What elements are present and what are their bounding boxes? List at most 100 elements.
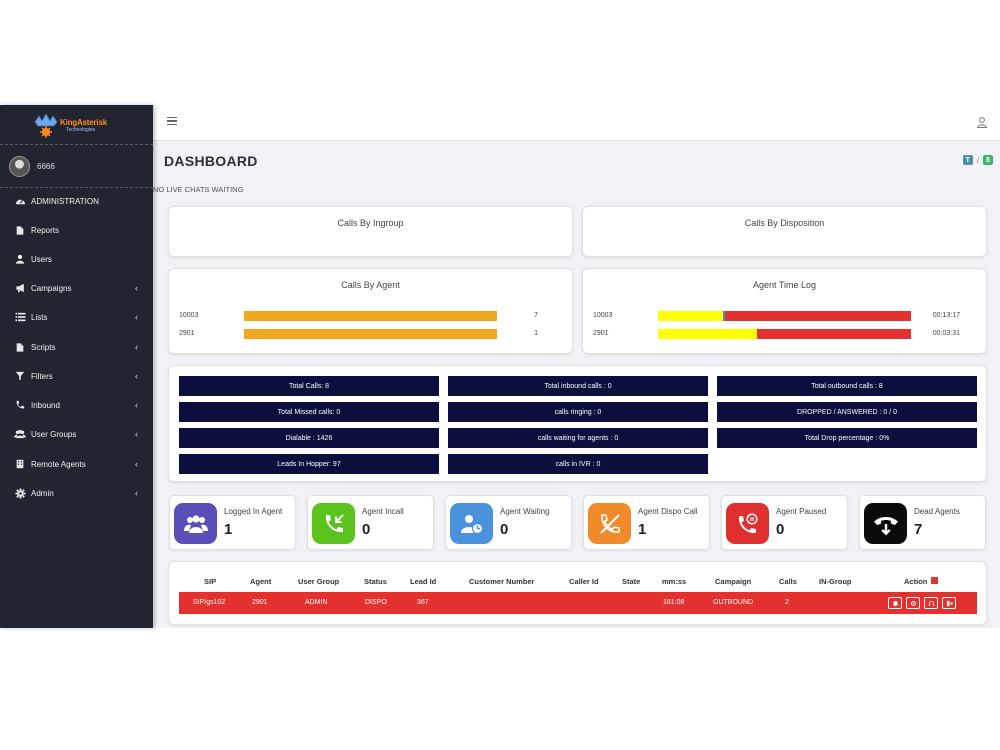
sidebar-item-label: Reports <box>31 225 60 235</box>
time-value: 00:03:31 <box>932 330 960 337</box>
brand-name: KingAsterisk <box>60 118 107 127</box>
gauge-icon <box>14 195 26 207</box>
cell-sip: SIP/gs102 <box>193 599 226 606</box>
sidebar-item-campaigns[interactable]: Campaigns ‹ <box>0 276 153 300</box>
column-header[interactable]: Caller Id <box>569 577 599 586</box>
status-count: 1 <box>638 521 647 538</box>
user-account-icon[interactable] <box>976 116 988 128</box>
sidebar-item-label: Filters <box>31 371 53 381</box>
agent-id: 10003 <box>593 312 613 319</box>
stat-box: DROPPED / ANSWERED : 0 / 0 <box>717 402 977 422</box>
building-icon <box>14 458 26 470</box>
settings-icon[interactable] <box>906 597 920 609</box>
file-icon <box>14 224 26 236</box>
agent-status-card-agent-dispo-call[interactable]: Agent Dispo Call 1 <box>583 495 710 550</box>
column-header[interactable]: User Group <box>298 577 339 586</box>
agent-id: 10003 <box>179 312 199 319</box>
gear-icon <box>14 487 26 499</box>
status-label: Agent Incall <box>362 507 404 516</box>
sidebar-item-label: ADMINISTRATION <box>31 196 99 206</box>
sidebar-item-admin[interactable]: Admin ‹ <box>0 481 153 505</box>
stat-box: Leads In Hopper: 97 <box>179 454 439 474</box>
sidebar-item-users[interactable]: Users <box>0 247 153 271</box>
stat-box: Total outbound calls : 8 <box>717 376 977 396</box>
sidebar-item-administration[interactable]: ADMINISTRATION <box>0 189 153 213</box>
bar-fill <box>244 311 497 321</box>
menu-toggle-icon[interactable] <box>167 117 177 127</box>
sidebar-item-label: User Groups <box>31 429 77 439</box>
column-header[interactable]: Agent <box>250 577 271 586</box>
chevron-left-icon[interactable]: ‹ <box>135 312 138 322</box>
time-segment <box>658 311 723 321</box>
stat-box: calls in IVR : 0 <box>448 454 708 474</box>
list-icon <box>14 311 26 323</box>
agent-status-card-agent-waiting[interactable]: Agent Waiting 0 <box>445 495 572 550</box>
chevron-left-icon[interactable]: ‹ <box>135 488 138 498</box>
sidebar-item-scripts[interactable]: Scripts ‹ <box>0 335 153 359</box>
dollar-badge-icon[interactable]: $ <box>983 155 993 165</box>
chevron-left-icon[interactable]: ‹ <box>135 283 138 293</box>
bell-icon[interactable] <box>888 597 902 609</box>
status-label: Agent Waiting <box>500 507 550 516</box>
panel-title: Calls By Disposition <box>744 218 825 228</box>
sidebar-item-label: Lists <box>31 312 48 322</box>
sidebar-item-label: Campaigns <box>31 283 72 293</box>
user-profile[interactable]: 6666 <box>0 145 153 188</box>
chevron-left-icon[interactable]: ‹ <box>135 429 138 439</box>
call-count: 7 <box>534 312 538 319</box>
chevron-left-icon[interactable]: ‹ <box>135 400 138 410</box>
logout-icon[interactable] <box>942 597 956 609</box>
column-header[interactable]: Calls <box>779 577 797 586</box>
megaphone-icon <box>14 282 26 294</box>
chevron-left-icon[interactable]: ‹ <box>135 342 138 352</box>
cell-agent: 2901 <box>252 599 268 606</box>
sidebar-item-user-groups[interactable]: User Groups ‹ <box>0 422 153 446</box>
agent-id: 2901 <box>593 330 609 337</box>
table-row[interactable]: SIP/gs102 2901 ADMIN DISPO 367 181:08 OUTBOUND… <box>179 592 977 614</box>
sidebar-item-remote-agents[interactable]: Remote Agents ‹ <box>0 452 153 476</box>
agent-time-row: 2901 00:03:31 <box>593 329 976 339</box>
calls-by-disposition-panel: Calls By Disposition <box>582 206 987 257</box>
sidebar-item-label: Inbound <box>31 400 60 410</box>
action-legend-swatch <box>931 577 938 584</box>
sidebar-item-lists[interactable]: Lists ‹ <box>0 305 153 329</box>
filter-badge-icon[interactable]: T <box>962 155 973 165</box>
sidebar-item-reports[interactable]: Reports <box>0 218 153 242</box>
cell-status: DISPO <box>365 599 387 606</box>
status-count: 7 <box>914 521 923 538</box>
incoming-call-icon <box>312 503 355 544</box>
agent-status-card-logged-in-agent[interactable]: Logged In Agent 1 <box>169 495 296 550</box>
sidebar-item-label: Remote Agents <box>31 459 86 469</box>
stat-box: Dialable : 1426 <box>179 428 439 448</box>
file-icon <box>14 341 26 353</box>
call-count-bar <box>244 311 497 321</box>
column-header[interactable]: mm:ss <box>662 577 686 586</box>
sidebar-item-inbound[interactable]: Inbound ‹ <box>0 393 153 417</box>
time-log-bar <box>658 329 911 339</box>
phone-slash-icon <box>588 503 631 544</box>
agent-status-card-agent-incall[interactable]: Agent Incall 0 <box>307 495 434 550</box>
column-header[interactable]: IN-Group <box>819 577 852 586</box>
column-header[interactable]: SIP <box>204 577 216 586</box>
panel-title: Agent Time Log <box>752 280 817 290</box>
call-count: 1 <box>534 330 538 337</box>
column-header[interactable]: Customer Number <box>469 577 534 586</box>
agent-status-card-agent-paused[interactable]: Agent Paused 0 <box>721 495 848 550</box>
headset-icon[interactable] <box>924 597 938 609</box>
sidebar-item-filters[interactable]: Filters ‹ <box>0 364 153 388</box>
chevron-left-icon[interactable]: ‹ <box>135 459 138 469</box>
logo[interactable]: KingAsterisk Technologies <box>0 105 153 145</box>
agent-time-log-panel: Agent Time Log 10003 00:13:17 2901 00:03:31 <box>582 268 987 354</box>
column-header[interactable]: Action <box>904 577 927 586</box>
agent-status-card-dead-agents[interactable]: Dead Agents 7 <box>859 495 986 550</box>
breadcrumb-separator: / <box>976 155 979 165</box>
column-header[interactable]: State <box>622 577 640 586</box>
column-header[interactable]: Status <box>364 577 387 586</box>
calls-by-agent-panel: Calls By Agent 10003 7 2901 1 <box>168 268 573 354</box>
column-header[interactable]: Campaign <box>715 577 751 586</box>
app-frame: KingAsterisk Technologies 6666 ADMINISTR… <box>0 105 1000 628</box>
agent-call-row: 2901 1 <box>179 329 562 339</box>
chevron-left-icon[interactable]: ‹ <box>135 371 138 381</box>
filter-icon <box>14 370 26 382</box>
column-header[interactable]: Lead Id <box>410 577 436 586</box>
